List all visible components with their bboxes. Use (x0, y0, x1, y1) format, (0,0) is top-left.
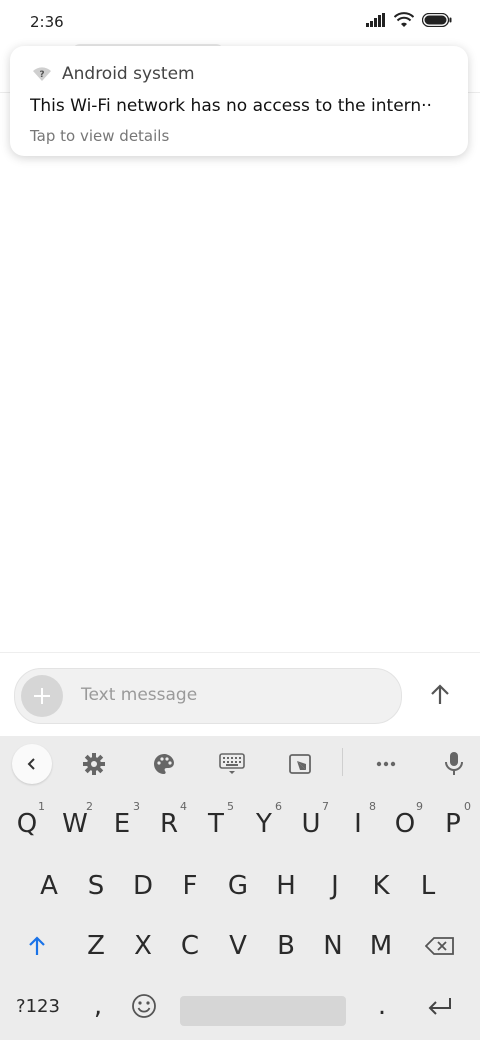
keyboard-row-4: ?123 , . (0, 978, 480, 1034)
shift-key[interactable] (15, 918, 59, 974)
svg-text:?: ? (39, 70, 44, 80)
emoji-key[interactable] (122, 978, 166, 1034)
key-w[interactable]: W2 (53, 796, 97, 852)
notification-app-name: Android system (62, 64, 195, 84)
key-s[interactable]: S (74, 858, 118, 914)
key-l[interactable]: L (406, 858, 450, 914)
resize-icon (289, 754, 311, 774)
palette-icon (154, 754, 174, 774)
more-button[interactable] (372, 750, 400, 778)
chevron-left-icon (27, 758, 35, 770)
gear-icon (83, 753, 105, 775)
shift-arrow-icon (29, 936, 45, 955)
battery-icon (422, 13, 452, 27)
key-z[interactable]: Z (74, 918, 118, 974)
key-e[interactable]: E3 (100, 796, 144, 852)
comma-key[interactable]: , (76, 978, 120, 1034)
key-r[interactable]: R4 (147, 796, 191, 852)
key-j[interactable]: J (313, 858, 357, 914)
space-key[interactable] (180, 996, 346, 1026)
key-d[interactable]: D (121, 858, 165, 914)
key-o[interactable]: O9 (383, 796, 427, 852)
key-x[interactable]: X (121, 918, 165, 974)
backspace-icon (425, 937, 454, 955)
add-attachment-button[interactable] (21, 675, 63, 717)
key-a[interactable]: A (27, 858, 71, 914)
status-time: 2:36 (30, 13, 64, 31)
notification-card[interactable]: ? Android system This Wi-Fi network has … (10, 46, 468, 156)
keyboard: Q1 W2 E3 R4 T5 Y6 U7 I8 O9 P0 A S D F G … (0, 736, 480, 1040)
theme-button[interactable] (150, 750, 178, 778)
period-key[interactable]: . (360, 978, 404, 1034)
arrow-up-icon (431, 684, 449, 704)
key-g[interactable]: G (216, 858, 260, 914)
toolbar-collapse-button[interactable] (12, 744, 52, 784)
keyboard-icon (219, 753, 245, 774)
emoji-icon (132, 994, 156, 1018)
wifi-icon (394, 12, 414, 27)
plus-icon (34, 688, 50, 704)
enter-key[interactable] (418, 978, 462, 1034)
message-placeholder: Text message (81, 685, 198, 705)
key-u[interactable]: U7 (289, 796, 333, 852)
keyboard-row-3: Z X C V B N M (0, 918, 480, 974)
more-icon (376, 761, 396, 767)
toolbar-divider (342, 748, 343, 776)
keyboard-mode-button[interactable] (218, 750, 246, 778)
settings-button[interactable] (80, 750, 108, 778)
mic-icon (445, 752, 463, 775)
key-i[interactable]: I8 (336, 796, 380, 852)
key-b[interactable]: B (264, 918, 308, 974)
voice-input-button[interactable] (440, 750, 468, 778)
key-y[interactable]: Y6 (242, 796, 286, 852)
compose-bar: Text message (0, 652, 480, 737)
key-n[interactable]: N (311, 918, 355, 974)
keyboard-row-1: Q1 W2 E3 R4 T5 Y6 U7 I8 O9 P0 (0, 796, 480, 852)
key-p[interactable]: P0 (431, 796, 475, 852)
key-k[interactable]: K (359, 858, 403, 914)
key-t[interactable]: T5 (194, 796, 238, 852)
key-h[interactable]: H (264, 858, 308, 914)
key-f[interactable]: F (168, 858, 212, 914)
send-button[interactable] (420, 675, 460, 715)
enter-icon (428, 998, 451, 1015)
key-m[interactable]: M (359, 918, 403, 974)
message-input[interactable]: Text message (14, 668, 402, 724)
resize-button[interactable] (286, 750, 314, 778)
signal-icon (366, 13, 385, 27)
key-q[interactable]: Q1 (5, 796, 49, 852)
keyboard-row-2: A S D F G H J K L (0, 858, 480, 914)
key-v[interactable]: V (216, 918, 260, 974)
symbols-key[interactable]: ?123 (10, 978, 66, 1034)
backspace-key[interactable] (418, 918, 462, 974)
notification-detail: Tap to view details (30, 127, 170, 145)
notification-title: This Wi-Fi network has no access to the … (30, 96, 432, 116)
key-c[interactable]: C (168, 918, 212, 974)
keyboard-toolbar (0, 736, 480, 790)
wifi-question-icon: ? (33, 67, 51, 81)
